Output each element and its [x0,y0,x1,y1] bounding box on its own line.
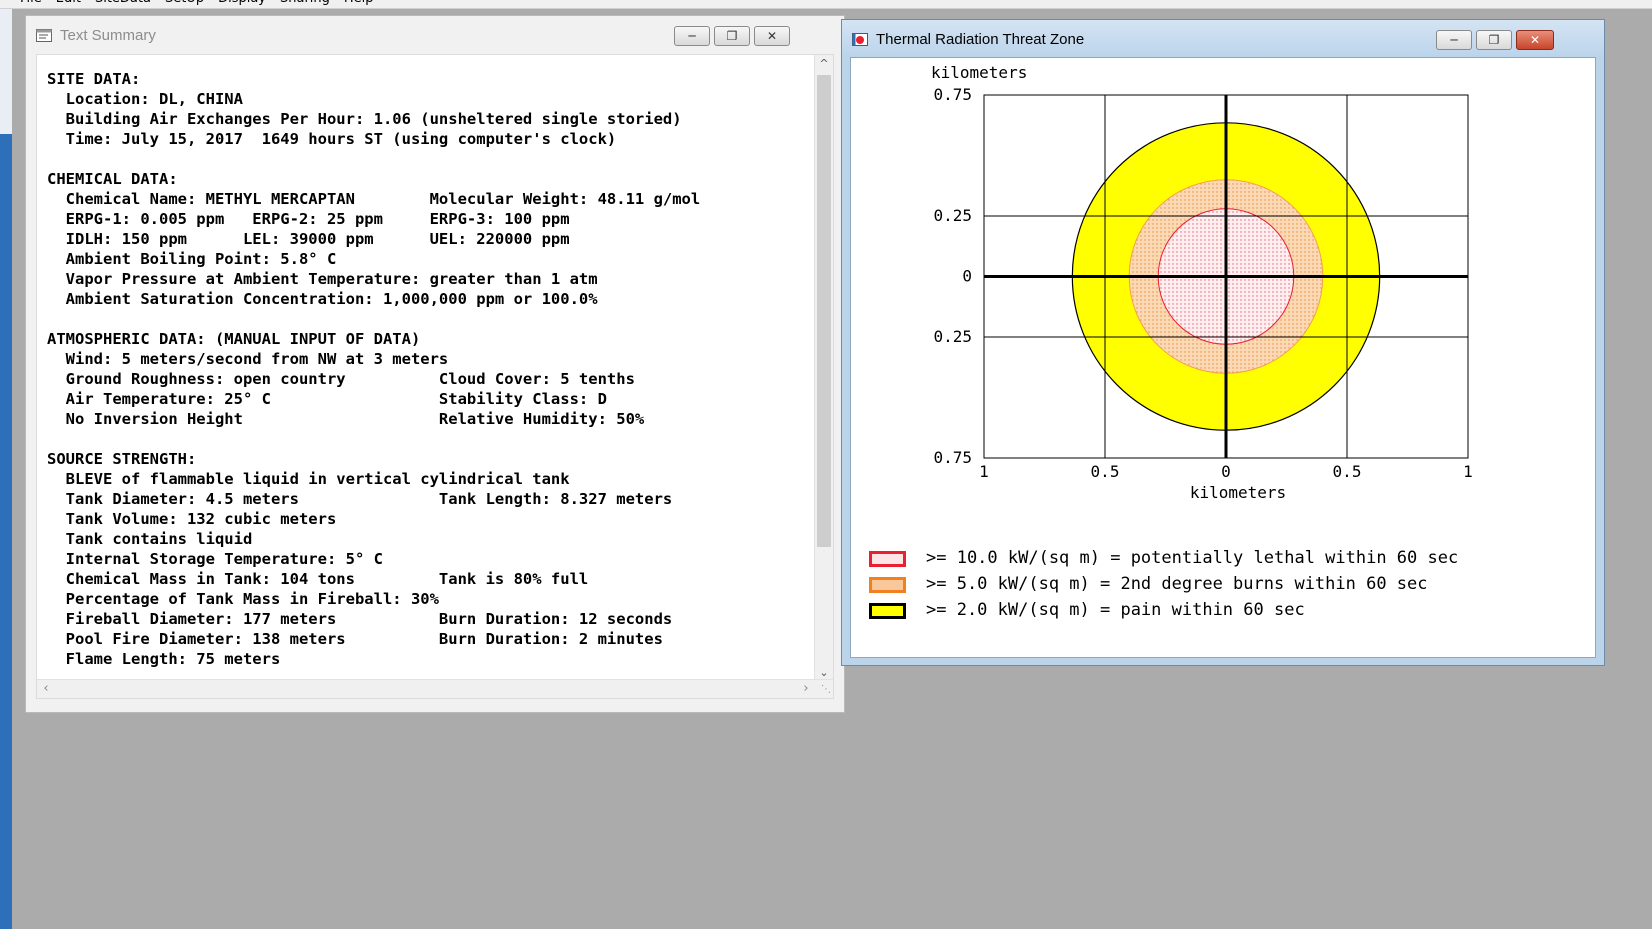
text-summary-window: Text Summary ─ ❐ ✕ SITE DATA: Location: … [25,15,845,713]
minimize-button[interactable]: ─ [674,26,710,46]
y-tick-label: 0.75 [933,448,972,467]
menu-item-help[interactable]: Help [344,0,374,6]
x-tick-label: 0.5 [1333,462,1362,481]
scroll-left-icon[interactable]: ‹ [37,680,55,698]
maximize-button[interactable]: ❐ [1476,30,1512,50]
menu-bar: File Edit SiteData SetUp Display Sharing Help [0,0,1652,9]
minimize-button[interactable]: ─ [1436,30,1472,50]
menu-item-file[interactable]: File [20,0,42,6]
y-tick-label: 0.25 [933,206,972,225]
background-window-strip [0,9,12,929]
legend-label: >= 5.0 kW/(sq m) = 2nd degree burns with… [926,574,1428,594]
menu-item-sitedata[interactable]: SiteData [95,0,151,6]
maximize-button[interactable]: ❐ [714,26,750,46]
y-tick-label: 0.25 [933,327,972,346]
menu-item-edit[interactable]: Edit [56,0,81,6]
legend-swatch [869,551,906,567]
y-axis-unit-label: kilometers [931,63,1027,82]
threat-zone-icon [852,33,868,46]
vertical-scrollbar[interactable]: ^ ⌄ [814,55,833,682]
close-button[interactable]: ✕ [1516,30,1554,50]
menu-item-sharing[interactable]: Sharing [280,0,330,6]
x-tick-label: 1 [1463,462,1473,481]
legend-label: >= 2.0 kW/(sq m) = pain within 60 sec [926,600,1305,620]
summary-text: SITE DATA: Location: DL, CHINA Building … [47,70,701,668]
maximize-icon: ❐ [1488,33,1500,47]
menu-item-setup[interactable]: SetUp [165,0,204,6]
minimize-icon: ─ [688,29,696,43]
resize-grip-icon[interactable]: ⋱ [821,684,833,696]
legend-swatch [869,603,906,619]
maximize-icon: ❐ [726,29,738,43]
window-title: Thermal Radiation Threat Zone [876,31,1085,48]
threat-zone-titlebar[interactable]: Thermal Radiation Threat Zone ─ ❐ ✕ [842,20,1604,56]
x-tick-label: 0.5 [1091,462,1120,481]
y-tick-label: 0 [962,267,972,286]
x-tick-label: 1 [979,462,989,481]
summary-text-area[interactable]: SITE DATA: Location: DL, CHINA Building … [36,54,834,699]
scroll-right-icon[interactable]: › [797,680,815,698]
menu-item-display[interactable]: Display [218,0,266,6]
x-axis-unit-label: kilometers [1190,483,1286,502]
legend-swatch [869,577,906,593]
close-icon: ✕ [766,29,778,43]
window-title: Text Summary [60,27,156,44]
text-summary-titlebar[interactable]: Text Summary ─ ❐ ✕ [26,16,844,52]
threat-zone-window: Thermal Radiation Threat Zone ─ ❐ ✕ 0.75… [841,19,1605,666]
legend-label: >= 10.0 kW/(sq m) = potentially lethal w… [926,548,1459,568]
threat-zone-plot: 0.75 0.25 0 0.25 0.75 1 0.5 0 0.5 1 kilometers kilo… [931,63,1473,502]
y-tick-label: 0.75 [933,85,972,104]
horizontal-scrollbar[interactable]: ‹ › ⋱ [37,679,833,698]
text-document-icon [36,29,52,42]
menu-items: File Edit SiteData SetUp Display Sharing Help [20,0,374,6]
scrollbar-thumb[interactable] [817,75,831,547]
close-button[interactable]: ✕ [754,26,790,46]
scroll-up-icon[interactable]: ^ [815,55,833,73]
threat-zone-plot-area: 0.75 0.25 0 0.25 0.75 1 0.5 0 0.5 1 kilometers kilo… [850,57,1596,658]
x-tick-label: 0 [1221,462,1231,481]
close-icon: ✕ [1529,33,1541,47]
minimize-icon: ─ [1450,33,1458,47]
